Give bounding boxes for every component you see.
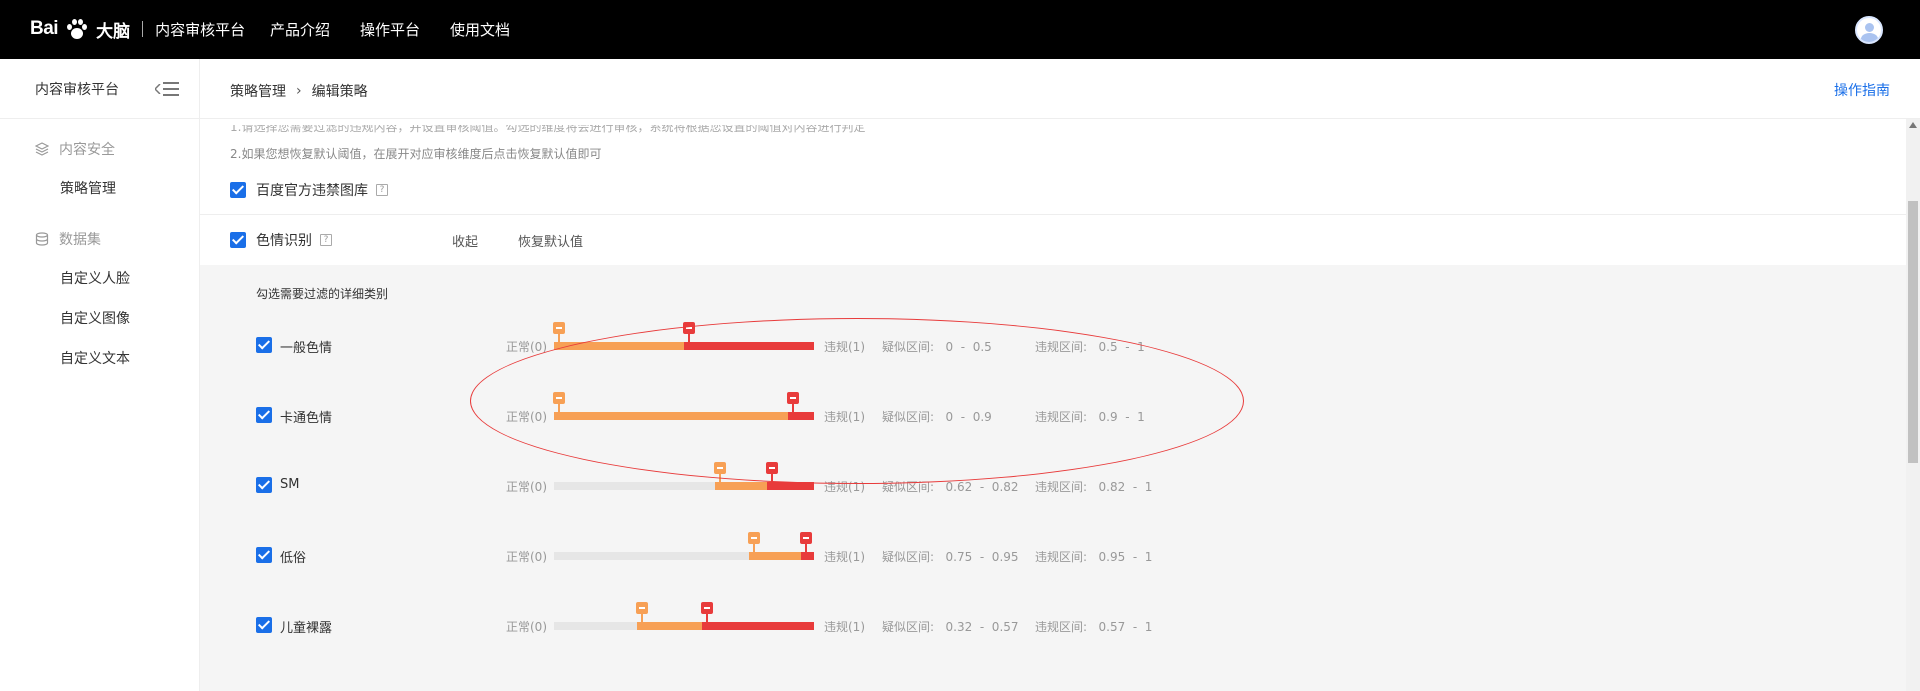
porn-label: 色情识别 xyxy=(256,233,312,249)
tip-line-2: 2.如果您想恢复默认阈值，在展开对应审核维度后点击恢复默认值即可 xyxy=(230,147,602,161)
database-icon xyxy=(35,232,49,246)
sidebar-item-custom-image[interactable]: 自定义图像 xyxy=(0,299,199,339)
suspect-range: 疑似区间: 0.32 - 0.57 xyxy=(882,618,1019,635)
scrollbar-thumb[interactable] xyxy=(1908,201,1918,463)
violation-range-label: 违规区间: xyxy=(1035,480,1088,494)
sidebar-item-policy-management[interactable]: 策略管理 xyxy=(0,169,199,209)
top-navbar: Bai 大脑 内容审核平台 产品介绍 操作平台 使用文档 xyxy=(0,0,1920,59)
sidebar-item-custom-text[interactable]: 自定义文本 xyxy=(0,339,199,379)
violation-range-values: 0.57 - 1 xyxy=(1098,620,1153,634)
logo-text: Bai xyxy=(30,18,59,39)
category-name: 一般色情 xyxy=(280,341,333,356)
violation-label: 违规(1) xyxy=(824,550,865,564)
vertical-scrollbar[interactable] xyxy=(1906,119,1920,691)
normal-label: 正常(0) xyxy=(506,550,547,564)
suspect-range-label: 疑似区间: xyxy=(882,550,935,564)
sidebar-group-label: 数据集 xyxy=(59,232,101,248)
layers-icon xyxy=(35,142,49,156)
product-name: 内容审核平台 xyxy=(155,20,246,39)
category-checkbox[interactable] xyxy=(256,337,272,353)
violation-segment xyxy=(801,552,814,560)
breadcrumb: 策略管理 › 编辑策略 xyxy=(230,81,368,101)
category-name: 卡通色情 xyxy=(280,411,333,426)
logo-brain-text: 大脑 xyxy=(96,21,131,42)
violation-range: 违规区间: 0.57 - 1 xyxy=(1035,618,1152,635)
detail-title: 勾选需要过滤的详细类别 xyxy=(256,287,389,301)
category-name: SM xyxy=(280,477,300,492)
sidebar: 内容审核平台 内容安全 策略管理 数据集 自定义人脸 自定义图像 自定义文本 xyxy=(0,59,200,691)
main-nav: 产品介绍 操作平台 使用文档 xyxy=(270,0,510,59)
logo-divider xyxy=(142,21,144,37)
reset-default-button[interactable]: 恢复默认值 xyxy=(518,231,583,250)
breadcrumb-edit-policy: 编辑策略 xyxy=(311,84,368,100)
sidebar-header: 内容审核平台 xyxy=(0,59,199,119)
library-row: 百度官方违禁图库 ? xyxy=(200,165,1906,215)
nav-console[interactable]: 操作平台 xyxy=(360,19,420,40)
collapse-menu-icon[interactable] xyxy=(155,81,179,97)
scroll-up-icon[interactable] xyxy=(1909,122,1917,128)
library-checkbox[interactable] xyxy=(230,181,246,198)
violation-handle[interactable] xyxy=(800,532,812,560)
chevron-right-icon: › xyxy=(296,83,302,99)
sidebar-group-datasets: 数据集 xyxy=(0,219,199,259)
suspect-segment xyxy=(749,552,801,560)
sidebar-group-content-security: 内容安全 xyxy=(0,129,199,169)
suspect-range-values: 0.75 - 0.95 xyxy=(945,550,1019,564)
violation-range-label: 违规区间: xyxy=(1035,620,1088,634)
sidebar-title: 内容审核平台 xyxy=(35,81,119,98)
suspect-handle[interactable] xyxy=(636,602,649,630)
operation-guide-link[interactable]: 操作指南 xyxy=(1834,80,1890,100)
normal-segment xyxy=(554,482,716,490)
paw-icon xyxy=(66,18,88,40)
breadcrumb-policy-management[interactable]: 策略管理 xyxy=(230,81,286,101)
category-name: 低俗 xyxy=(280,551,307,566)
category-checkbox[interactable] xyxy=(256,547,272,563)
annotation-ellipse xyxy=(470,318,1244,484)
normal-label: 正常(0) xyxy=(506,620,547,634)
sidebar-item-custom-face[interactable]: 自定义人脸 xyxy=(0,259,199,299)
porn-row: 色情识别 ? 收起 恢复默认值 xyxy=(200,215,1906,265)
violation-label: 违规(1) xyxy=(824,620,865,634)
suspect-range-values: 0.32 - 0.57 xyxy=(945,620,1019,634)
threshold-slider[interactable] xyxy=(554,532,814,560)
violation-range-values: 0.82 - 1 xyxy=(1098,480,1153,494)
sidebar-group-label: 内容安全 xyxy=(59,142,115,158)
category-checkbox[interactable] xyxy=(256,407,272,423)
help-icon[interactable]: ? xyxy=(376,183,388,196)
category-row: 低俗 正常(0) 违规(1) 疑似区间: 0.75 - 0.95 违规区间: 0.95 … xyxy=(256,532,1256,566)
violation-handle[interactable] xyxy=(701,602,714,630)
library-label: 百度官方违禁图库 xyxy=(256,182,368,199)
suspect-handle[interactable] xyxy=(553,322,565,350)
suspect-range-values: 0.62 - 0.82 xyxy=(945,480,1019,494)
suspect-handle[interactable] xyxy=(748,532,760,560)
page-header: 策略管理 › 编辑策略 操作指南 xyxy=(200,59,1920,119)
nav-docs[interactable]: 使用文档 xyxy=(450,19,510,40)
suspect-range-label: 疑似区间: xyxy=(882,620,935,634)
suspect-range: 疑似区间: 0.75 - 0.95 xyxy=(882,548,1019,565)
violation-range: 违规区间: 0.95 - 1 xyxy=(1035,548,1152,565)
violation-range-values: 0.95 - 1 xyxy=(1098,550,1153,564)
normal-label: 正常(0) xyxy=(506,480,547,494)
tips-panel: 1.请选择您需要过滤的违规内容，并设置审核阈值。勾选的维度将会进行审核，系统将根… xyxy=(200,119,1906,165)
threshold-slider[interactable] xyxy=(554,462,814,490)
user-avatar[interactable] xyxy=(1855,16,1883,44)
category-checkbox[interactable] xyxy=(256,477,272,493)
category-checkbox[interactable] xyxy=(256,617,272,633)
nav-product-intro[interactable]: 产品介绍 xyxy=(270,19,330,40)
suspect-segment xyxy=(715,482,768,490)
violation-range: 违规区间: 0.82 - 1 xyxy=(1035,478,1152,495)
violation-segment xyxy=(702,622,814,630)
normal-segment xyxy=(554,622,638,630)
porn-checkbox[interactable] xyxy=(230,232,246,248)
tip-line-1: 1.请选择您需要过滤的违规内容，并设置审核阈值。勾选的维度将会进行审核，系统将根… xyxy=(230,125,866,134)
baidu-brain-logo[interactable]: Bai 大脑 内容审核平台 xyxy=(30,14,245,44)
normal-segment xyxy=(554,552,749,560)
category-name: 儿童裸露 xyxy=(280,621,333,636)
violation-range-label: 违规区间: xyxy=(1035,550,1088,564)
help-icon[interactable]: ? xyxy=(320,234,332,246)
category-row: 儿童裸露 正常(0) 违规(1) 疑似区间: 0.32 - 0.57 违规区间: 0.5… xyxy=(256,602,1256,636)
collapse-button[interactable]: 收起 xyxy=(452,231,478,250)
suspect-segment xyxy=(637,622,703,630)
threshold-slider[interactable] xyxy=(554,602,814,630)
